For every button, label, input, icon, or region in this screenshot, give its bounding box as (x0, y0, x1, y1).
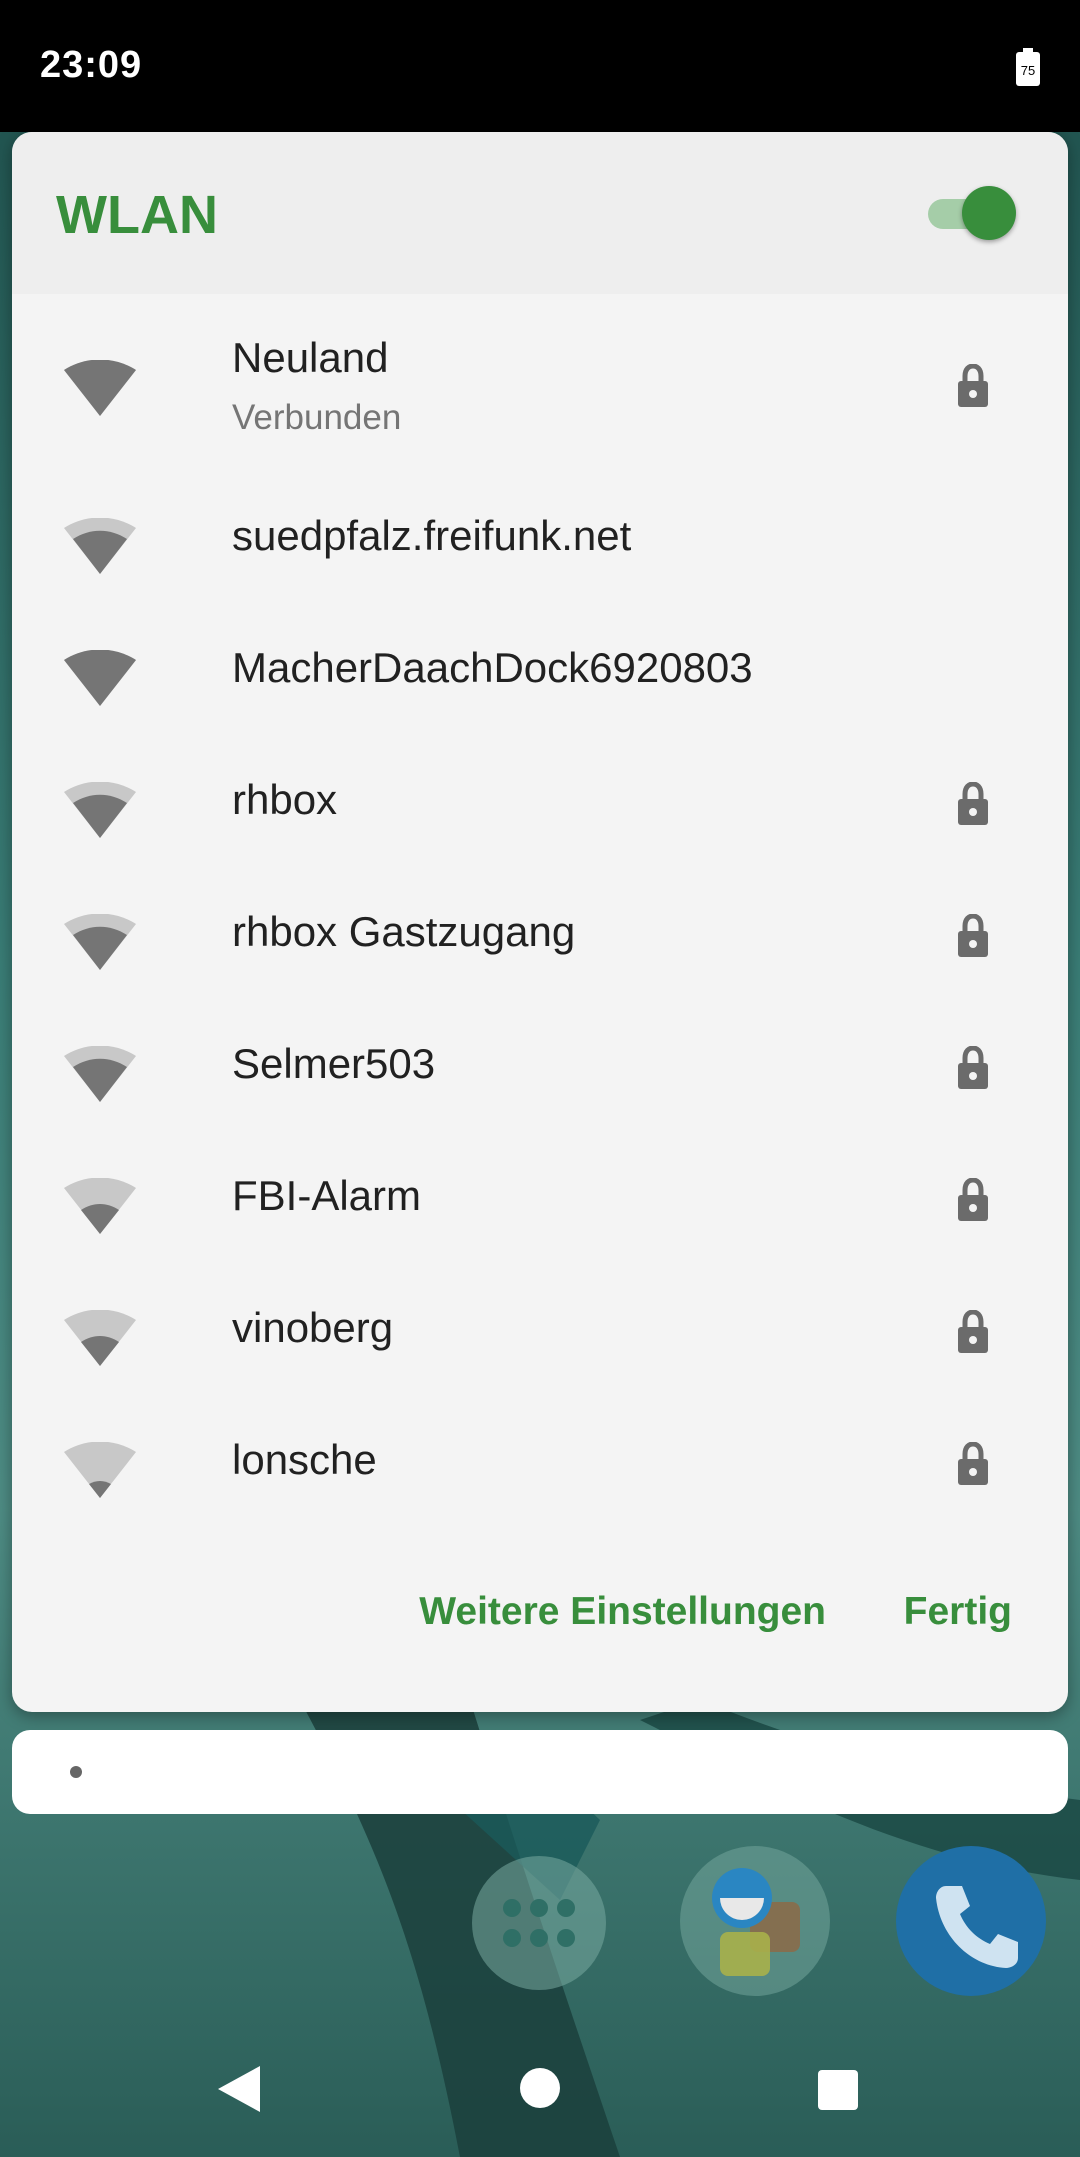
wifi-signal-icon (64, 360, 136, 416)
wifi-network-name: lonsche (232, 1436, 377, 1483)
wifi-network-row[interactable]: rhbox (12, 732, 1068, 864)
dialog-actions: Weitere Einstellungen Fertig (12, 1590, 1068, 1670)
battery-level: 75 (1021, 63, 1035, 78)
navigation-bar (0, 2034, 1080, 2157)
wifi-signal-icon (64, 1178, 136, 1234)
clock: 23:09 (40, 44, 143, 86)
wifi-network-status: Verbunden (232, 398, 402, 437)
wifi-network-name: rhbox (232, 776, 338, 823)
lock-icon (958, 1442, 988, 1485)
lock-icon (958, 1046, 988, 1089)
lock-icon (958, 782, 988, 825)
wifi-dialog: WLAN Neuland Verbunden suedpfalz.freifunk.… (12, 132, 1068, 1712)
wifi-network-row[interactable]: FBI-Alarm (12, 1128, 1068, 1260)
contacts-button[interactable] (680, 1846, 830, 1996)
wifi-network-name: FBI-Alarm (232, 1172, 421, 1219)
notification-strip[interactable] (12, 1730, 1068, 1814)
wifi-network-row[interactable]: MacherDaachDock6920803 (12, 600, 1068, 732)
wifi-network-row[interactable]: rhbox Gastzugang (12, 864, 1068, 996)
contacts-icon (712, 1868, 800, 1976)
wifi-signal-icon (64, 650, 136, 706)
wifi-signal-icon (64, 518, 136, 574)
more-settings-button[interactable]: Weitere Einstellungen (419, 1590, 826, 1634)
battery-icon: 75 (1016, 48, 1040, 86)
lock-icon (958, 1310, 988, 1353)
wifi-signal-icon (64, 782, 136, 838)
wifi-network-row[interactable]: vinoberg (12, 1260, 1068, 1392)
wifi-network-row[interactable]: Neuland Verbunden (12, 294, 1068, 468)
lock-icon (958, 364, 988, 407)
back-icon[interactable] (216, 2064, 262, 2114)
app-drawer-icon (503, 1899, 575, 1947)
wifi-signal-icon (64, 1046, 136, 1102)
dialog-header: WLAN (12, 132, 1068, 294)
wifi-network-name: MacherDaachDock6920803 (232, 644, 753, 691)
done-button[interactable]: Fertig (904, 1590, 1012, 1634)
wifi-signal-icon (64, 914, 136, 970)
wifi-network-row[interactable]: lonsche (12, 1392, 1068, 1524)
recents-icon[interactable] (818, 2070, 858, 2110)
status-bar: 23:09 75 (0, 0, 1080, 132)
phone-icon (936, 1886, 1018, 1968)
toggle-thumb (962, 186, 1016, 240)
wifi-network-name: Neuland (232, 334, 389, 381)
wifi-signal-icon (64, 1442, 136, 1498)
wifi-network-row[interactable]: suedpfalz.freifunk.net (12, 468, 1068, 600)
notification-dot (70, 1766, 82, 1778)
home-icon[interactable] (520, 2068, 560, 2108)
wifi-signal-icon (64, 1310, 136, 1366)
wifi-network-list: Neuland Verbunden suedpfalz.freifunk.net Ma… (12, 294, 1068, 1524)
wifi-network-row[interactable]: Selmer503 (12, 996, 1068, 1128)
lock-icon (958, 1178, 988, 1221)
dialog-title: WLAN (56, 185, 218, 245)
lock-icon (958, 914, 988, 957)
wifi-network-name: Selmer503 (232, 1040, 436, 1087)
wifi-network-name: rhbox Gastzugang (232, 908, 576, 955)
wifi-network-name: vinoberg (232, 1304, 394, 1351)
wifi-network-name: suedpfalz.freifunk.net (232, 512, 632, 559)
app-drawer-button[interactable] (472, 1856, 606, 1990)
phone-button[interactable] (896, 1846, 1046, 1996)
wifi-toggle[interactable] (924, 186, 1016, 240)
